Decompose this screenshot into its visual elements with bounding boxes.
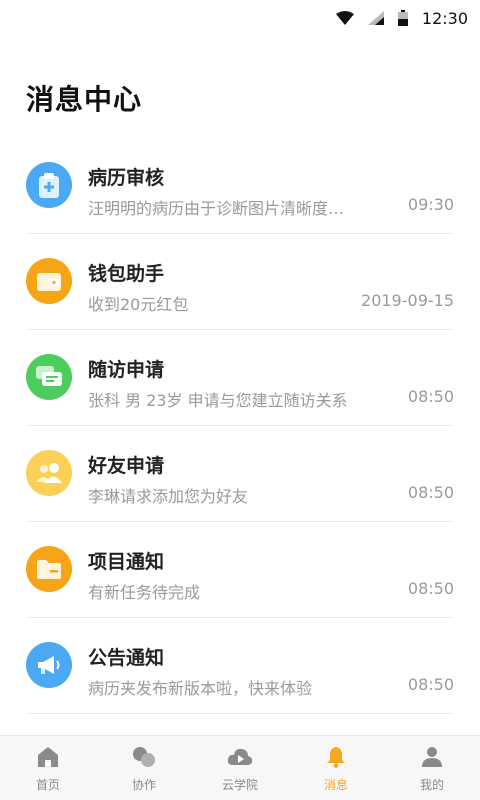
message-title: 钱包助手	[88, 263, 165, 285]
message-time: 08:50	[407, 483, 454, 502]
message-preview: 李琳请求添加您为好友	[88, 487, 249, 506]
tab-label: 我的	[419, 778, 444, 792]
message-item-friend-request[interactable]: 好友申请 李琳请求添加您为好友 08:50	[26, 426, 454, 522]
message-time: 08:50	[407, 675, 454, 694]
message-item-follow-up[interactable]: 随访申请 张科 男 23岁 申请与您建立随访关系 08:50	[26, 330, 454, 426]
medical-record-icon	[26, 162, 72, 208]
person-icon	[421, 746, 443, 772]
message-list: 病历审核 汪明明的病历由于诊断图片清晰度… 09:30 钱包助手 收到20元红包…	[0, 138, 480, 714]
message-title: 项目通知	[88, 551, 165, 573]
message-preview: 收到20元红包	[88, 295, 189, 314]
bell-icon	[326, 746, 346, 772]
battery-icon	[397, 10, 408, 26]
message-preview: 病历夹发布新版本啦，快来体验	[88, 679, 313, 698]
tab-label: 协作	[131, 778, 156, 792]
message-item-wallet[interactable]: 钱包助手 收到20元红包 2019-09-15	[26, 234, 454, 330]
page-title: 消息中心	[26, 83, 143, 116]
message-title: 病历审核	[88, 167, 165, 189]
message-time: 08:50	[407, 579, 454, 598]
status-bar: 12:30	[0, 0, 480, 36]
status-time: 12:30	[421, 8, 468, 28]
message-preview: 张科 男 23岁 申请与您建立随访关系	[88, 391, 348, 410]
signal-icon	[367, 11, 384, 25]
tab-profile[interactable]: 我的	[384, 736, 480, 800]
tab-collaborate[interactable]: 协作	[96, 736, 192, 800]
message-time: 08:50	[407, 387, 454, 406]
megaphone-icon	[26, 642, 72, 688]
users-icon	[26, 450, 72, 496]
message-title: 好友申请	[88, 455, 165, 477]
tab-home[interactable]: 首页	[0, 736, 96, 800]
tab-label: 消息	[323, 778, 348, 792]
message-item-medical-review[interactable]: 病历审核 汪明明的病历由于诊断图片清晰度… 09:30	[26, 138, 454, 234]
message-time: 2019-09-15	[361, 291, 454, 310]
tab-messages[interactable]: 消息	[288, 736, 384, 800]
collaborate-icon	[132, 746, 156, 772]
cloud-play-icon	[227, 746, 253, 772]
message-preview: 汪明明的病历由于诊断图片清晰度…	[88, 199, 345, 218]
wallet-icon	[26, 258, 72, 304]
chat-bubbles-icon	[26, 354, 72, 400]
home-icon	[37, 746, 59, 772]
tab-label: 首页	[35, 778, 60, 792]
message-preview: 有新任务待完成	[88, 583, 201, 602]
message-title: 随访申请	[88, 359, 165, 381]
wifi-icon	[335, 11, 354, 25]
message-title: 公告通知	[88, 647, 165, 669]
tab-label: 云学院	[221, 778, 258, 792]
message-item-project[interactable]: 项目通知 有新任务待完成 08:50	[26, 522, 454, 618]
tab-cloud-academy[interactable]: 云学院	[192, 736, 288, 800]
message-item-announcement[interactable]: 公告通知 病历夹发布新版本啦，快来体验 08:50	[26, 618, 454, 714]
bottom-tab-bar: 首页 协作 云学院 消息 我的	[0, 735, 480, 800]
message-time: 09:30	[407, 195, 454, 214]
folder-icon	[26, 546, 72, 592]
